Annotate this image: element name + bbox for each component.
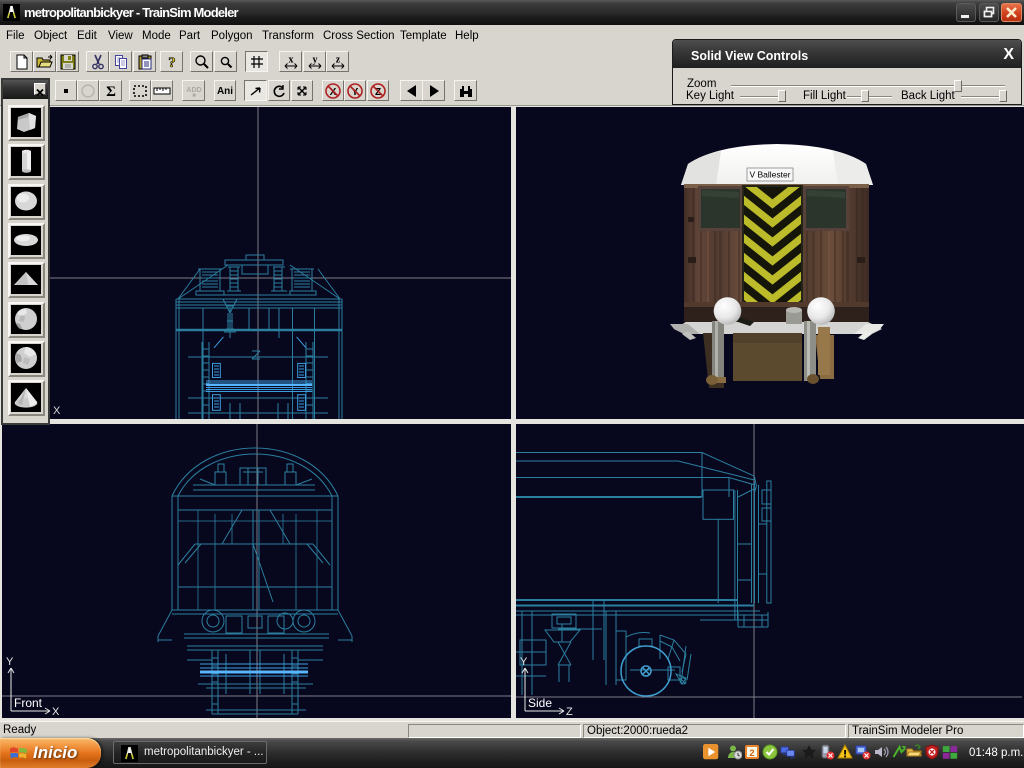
svg-text:z: z xyxy=(335,54,340,65)
svg-text:Y: Y xyxy=(6,656,14,668)
svg-text:Σ: Σ xyxy=(106,84,116,99)
svg-text:Front: Front xyxy=(14,696,43,710)
svg-text:Z: Z xyxy=(566,706,573,718)
svg-text:X: X xyxy=(52,706,60,718)
svg-text:Ani: Ani xyxy=(217,86,233,97)
svg-text:V Ballester: V Ballester xyxy=(749,170,790,180)
svg-text:x: x xyxy=(288,54,293,65)
svg-text:Side: Side xyxy=(528,696,552,710)
svg-text:■: ■ xyxy=(192,93,196,99)
svg-text:Y: Y xyxy=(520,656,528,668)
svg-text:2: 2 xyxy=(749,748,754,758)
svg-text:?: ? xyxy=(168,55,176,70)
svg-text:y: y xyxy=(312,54,317,65)
